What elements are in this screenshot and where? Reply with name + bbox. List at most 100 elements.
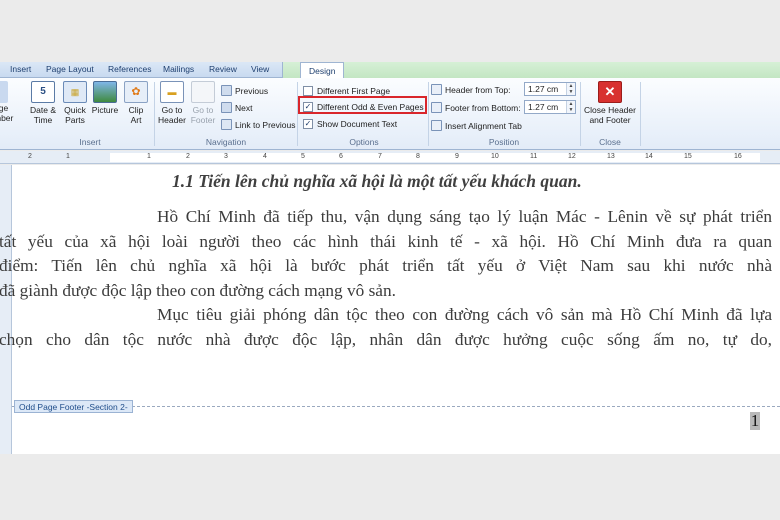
footer-from-bottom-label: Footer from Bottom: bbox=[445, 102, 521, 113]
clip-art-icon: ✿ bbox=[124, 81, 148, 103]
close-label-2: and Footer bbox=[589, 115, 631, 125]
footer-from-bottom-value: 1.27 cm bbox=[528, 102, 559, 112]
spinner-arrows-icon[interactable]: ▲ ▼ bbox=[566, 101, 575, 113]
tab-design[interactable]: Design bbox=[300, 62, 345, 79]
link-icon bbox=[221, 119, 232, 130]
word-window: Insert Page Layout References Mailings R… bbox=[0, 62, 780, 454]
horizontal-ruler[interactable]: 2 1 1 2 3 4 5 6 7 8 9 10 11 12 13 14 15 … bbox=[0, 151, 780, 164]
navigation-group-label: Navigation bbox=[205, 137, 247, 147]
group-separator bbox=[154, 82, 155, 146]
footer-from-bottom-row: Footer from Bottom: bbox=[431, 101, 521, 114]
checkbox-checked-icon: ✓ bbox=[303, 118, 313, 129]
ribbon-tab-bar: Insert Page Layout References Mailings R… bbox=[0, 62, 780, 79]
group-separator bbox=[640, 82, 641, 146]
tab-page-layout[interactable]: Page Layout bbox=[46, 64, 94, 74]
ruler-number: 13 bbox=[607, 153, 615, 160]
clip-art-label-1: Clip bbox=[128, 105, 144, 115]
screenshot-frame: Insert Page Layout References Mailings R… bbox=[0, 0, 780, 520]
header-from-top-spinner[interactable]: 1.27 cm ▲ ▼ bbox=[524, 82, 576, 96]
footer-section-tag: Odd Page Footer -Section 2- bbox=[14, 400, 133, 413]
ruler-number: 2 bbox=[186, 153, 190, 160]
header-from-top-row: Header from Top: bbox=[431, 83, 511, 96]
paragraph-line: điểm: Tiến lên chủ nghĩa xã hội là bước … bbox=[0, 256, 772, 275]
paragraph-line: Hồ Chí Minh đã tiếp thu, vận dụng sáng t… bbox=[157, 207, 772, 226]
ruler-number: 7 bbox=[378, 153, 382, 160]
page-number-label-2: mber bbox=[0, 113, 14, 123]
ruler-number: 3 bbox=[224, 153, 228, 160]
paragraph-2: Mục tiêu giải phóng dân tộc theo con đườ… bbox=[157, 303, 772, 328]
ruler-text-area bbox=[110, 153, 760, 162]
clip-art-label-2: Art bbox=[130, 115, 142, 125]
options-group-label: Options bbox=[349, 137, 379, 147]
go-to-header-icon: ▬ bbox=[160, 81, 184, 103]
ruler-number: 1 bbox=[147, 153, 151, 160]
ruler-number: 16 bbox=[734, 153, 742, 160]
go-to-header-label-2: Header bbox=[158, 115, 186, 125]
page-number-button[interactable]: age mber bbox=[0, 81, 14, 123]
go-to-header-label-1: Go to bbox=[161, 105, 183, 115]
paragraph-1-continued: tất yếu của xã hội loài người theo các h… bbox=[0, 230, 772, 304]
close-icon: ✕ bbox=[598, 81, 622, 103]
paragraph-2-continued: chọn cho dân tộc nước nhà được độc lập, … bbox=[0, 328, 772, 353]
link-to-previous-button[interactable]: Link to Previous bbox=[221, 118, 295, 131]
paragraph-line: tất yếu của xã hội loài người theo các h… bbox=[0, 231, 772, 251]
close-header-footer-button[interactable]: ✕ Close Header and Footer bbox=[583, 81, 637, 125]
position-group-label: Position bbox=[488, 137, 520, 147]
ruler-number: 4 bbox=[263, 153, 267, 160]
group-separator bbox=[428, 82, 429, 146]
paragraph-line: đã giành được độc lập theo con đường các… bbox=[0, 280, 396, 300]
go-to-footer-label-2: Footer bbox=[190, 115, 216, 125]
close-group-label: Close bbox=[599, 137, 621, 147]
insert-alignment-tab-button[interactable]: Insert Alignment Tab bbox=[431, 119, 522, 132]
previous-button[interactable]: Previous bbox=[221, 84, 268, 97]
date-time-button[interactable]: 5 Date & Time bbox=[27, 81, 59, 125]
tab-review[interactable]: Review bbox=[209, 64, 237, 74]
header-from-top-value: 1.27 cm bbox=[528, 84, 559, 94]
page-number-label-1: age bbox=[0, 103, 9, 113]
vertical-ruler[interactable] bbox=[0, 165, 12, 454]
ruler-number: 2 bbox=[28, 153, 32, 160]
show-document-text-checkbox[interactable]: ✓ Show Document Text bbox=[303, 117, 397, 130]
tab-mailings[interactable]: Mailings bbox=[163, 64, 194, 74]
clip-art-button[interactable]: ✿ Clip Art bbox=[123, 81, 149, 125]
ruler-number: 14 bbox=[645, 153, 653, 160]
date-time-label-2: Time bbox=[33, 115, 53, 125]
section-heading: 1.1 Tiến lên chủ nghĩa xã hội là một tất… bbox=[172, 171, 582, 191]
page-number-field[interactable]: 1 bbox=[750, 412, 760, 430]
paragraph-1: Hồ Chí Minh đã tiếp thu, vận dụng sáng t… bbox=[157, 205, 772, 230]
quick-parts-label-1: Quick bbox=[64, 105, 86, 115]
quick-parts-button[interactable]: ▦ Quick Parts bbox=[60, 81, 90, 125]
tab-insert[interactable]: Insert bbox=[10, 64, 31, 74]
ruler-number: 10 bbox=[491, 153, 499, 160]
show-document-text-label: Show Document Text bbox=[317, 118, 398, 129]
insert-alignment-tab-label: Insert Alignment Tab bbox=[445, 120, 522, 131]
spinner-arrows-icon[interactable]: ▲ ▼ bbox=[566, 83, 575, 95]
next-icon bbox=[221, 102, 232, 113]
previous-icon bbox=[221, 85, 232, 96]
calendar-icon: 5 bbox=[31, 81, 55, 103]
ruler-number: 8 bbox=[416, 153, 420, 160]
date-time-label-1: Date & bbox=[30, 105, 56, 115]
checkbox-unchecked-icon bbox=[303, 85, 313, 96]
picture-label: Picture bbox=[91, 105, 119, 115]
tab-references[interactable]: References bbox=[108, 64, 151, 74]
go-to-header-button[interactable]: ▬ Go to Header bbox=[157, 81, 187, 125]
tab-view[interactable]: View bbox=[251, 64, 269, 74]
paragraph-line: Mục tiêu giải phóng dân tộc theo con đườ… bbox=[157, 305, 772, 324]
picture-icon bbox=[93, 81, 117, 103]
header-position-icon bbox=[431, 84, 442, 95]
highlight-box bbox=[298, 96, 427, 114]
quick-parts-icon: ▦ bbox=[63, 81, 87, 103]
footer-position-icon bbox=[431, 102, 442, 113]
next-label: Next bbox=[235, 102, 253, 113]
group-separator bbox=[297, 82, 298, 146]
ruler-number: 9 bbox=[455, 153, 459, 160]
next-button[interactable]: Next bbox=[221, 101, 252, 114]
header-footer-tools-band bbox=[282, 62, 780, 78]
ruler-number: 11 bbox=[530, 153, 538, 160]
footer-from-bottom-spinner[interactable]: 1.27 cm ▲ ▼ bbox=[524, 100, 576, 114]
header-from-top-label: Header from Top: bbox=[445, 84, 511, 95]
ruler-number: 15 bbox=[684, 153, 692, 160]
go-to-footer-button[interactable]: Go to Footer bbox=[187, 81, 219, 125]
picture-button[interactable]: Picture bbox=[90, 81, 120, 115]
